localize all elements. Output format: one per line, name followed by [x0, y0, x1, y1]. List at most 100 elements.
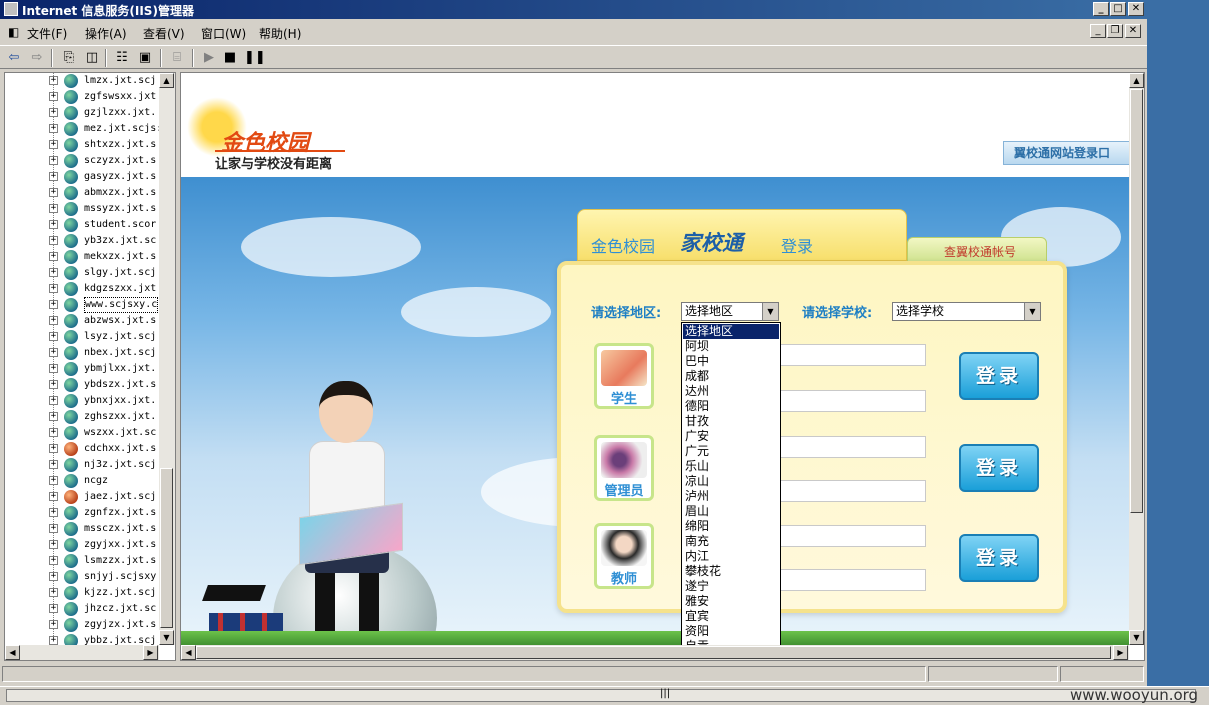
computer-icon[interactable]: ⌸	[168, 49, 186, 67]
school-select[interactable]: 选择学校 ▼	[892, 302, 1041, 321]
tree-item-site[interactable]: + mez.jxt.scjs:	[5, 121, 165, 137]
region-option[interactable]: 巴中	[683, 354, 779, 369]
expand-icon[interactable]: +	[49, 172, 58, 181]
region-option[interactable]: 绵阳	[683, 519, 779, 534]
expand-icon[interactable]: +	[49, 524, 58, 533]
tree-item-site[interactable]: + shtxzx.jxt.s	[5, 137, 165, 153]
expand-icon[interactable]: +	[49, 204, 58, 213]
expand-icon[interactable]: +	[49, 604, 58, 613]
properties-icon[interactable]: ☷	[113, 49, 131, 67]
tree-item-site[interactable]: + gzjlzxx.jxt.	[5, 105, 165, 121]
scroll-left-button[interactable]: ◀	[5, 645, 20, 660]
region-option[interactable]: 南充	[683, 534, 779, 549]
teacher-username-input[interactable]	[776, 525, 926, 547]
minimize-button[interactable]: _	[1093, 2, 1109, 16]
content-vertical-scrollbar[interactable]: ▲ ▼	[1129, 73, 1144, 645]
expand-icon[interactable]: +	[49, 572, 58, 581]
region-option[interactable]: 泸州	[683, 489, 779, 504]
tree-item-site[interactable]: + abmxzx.jxt.s	[5, 185, 165, 201]
student-password-input[interactable]	[776, 390, 926, 412]
menu-file[interactable]: 文件(F)	[27, 25, 67, 42]
tree-item-site[interactable]: + zghszxx.jxt.	[5, 409, 165, 425]
expand-icon[interactable]: +	[49, 476, 58, 485]
scroll-left-button[interactable]: ◀	[181, 645, 196, 660]
region-option[interactable]: 乐山	[683, 459, 779, 474]
scroll-up-button[interactable]: ▲	[1129, 73, 1144, 88]
chevron-down-icon[interactable]: ▼	[762, 303, 778, 320]
tree-item-site[interactable]: + nj3z.jxt.scj	[5, 457, 165, 473]
expand-icon[interactable]: +	[49, 284, 58, 293]
expand-icon[interactable]: +	[49, 220, 58, 229]
expand-icon[interactable]: +	[49, 316, 58, 325]
region-option[interactable]: 达州	[683, 384, 779, 399]
tree-item-site[interactable]: + zgyjzx.jxt.s	[5, 617, 165, 633]
scroll-down-button[interactable]: ▼	[159, 630, 174, 645]
expand-icon[interactable]: +	[49, 460, 58, 469]
scroll-track[interactable]	[6, 689, 1196, 702]
scroll-right-button[interactable]: ▶	[1113, 645, 1128, 660]
tree-item-site[interactable]: + kjzz.jxt.scj	[5, 585, 165, 601]
region-option[interactable]: 选择地区	[683, 324, 779, 339]
student-username-input[interactable]	[776, 344, 926, 366]
tree-item-site[interactable]: + lmzx.jxt.scj	[5, 73, 165, 89]
region-option[interactable]: 雅安	[683, 594, 779, 609]
tree-item-site[interactable]: + jaez.jxt.scj	[5, 489, 165, 505]
menu-view[interactable]: 查看(V)	[143, 25, 185, 42]
tree-item-site[interactable]: + lsyz.jxt.scj	[5, 329, 165, 345]
tree-item-site[interactable]: + cdchxx.jxt.s	[5, 441, 165, 457]
expand-icon[interactable]: +	[49, 108, 58, 117]
tree-item-site[interactable]: + wszxx.jxt.sc	[5, 425, 165, 441]
region-option[interactable]: 广安	[683, 429, 779, 444]
forward-icon[interactable]: ⇨	[28, 49, 46, 67]
tree-item-site[interactable]: + snjyj.scjsxy	[5, 569, 165, 585]
tree-item-site[interactable]: + yb3zx.jxt.sc	[5, 233, 165, 249]
expand-icon[interactable]: +	[49, 396, 58, 405]
tree-item-site[interactable]: + ybmjlxx.jxt.	[5, 361, 165, 377]
region-option[interactable]: 攀枝花	[683, 564, 779, 579]
tree-item-site[interactable]: + nbex.jxt.scj	[5, 345, 165, 361]
chevron-down-icon[interactable]: ▼	[1024, 303, 1040, 320]
tree-horizontal-scrollbar[interactable]: ◀ ▶	[5, 645, 159, 660]
student-login-button[interactable]: 登录	[959, 352, 1039, 400]
tree-item-site[interactable]: + student.scor	[5, 217, 165, 233]
menu-action[interactable]: 操作(A)	[85, 25, 127, 42]
region-option[interactable]: 成都	[683, 369, 779, 384]
export-icon[interactable]: ▣	[136, 49, 154, 67]
expand-icon[interactable]: +	[49, 300, 58, 309]
stop-icon[interactable]: ■	[221, 49, 239, 67]
expand-icon[interactable]: +	[49, 492, 58, 501]
mdi-restore-button[interactable]: ❐	[1107, 24, 1123, 38]
expand-icon[interactable]: +	[49, 76, 58, 85]
scroll-down-button[interactable]: ▼	[1129, 630, 1144, 645]
tree-item-site[interactable]: + jhzcz.jxt.sc	[5, 601, 165, 617]
teacher-role-card[interactable]: 教师	[594, 523, 654, 589]
menu-window[interactable]: 窗口(W)	[201, 25, 246, 42]
expand-icon[interactable]: +	[49, 540, 58, 549]
content-horizontal-scrollbar[interactable]: ◀ ▶	[181, 645, 1129, 660]
menu-help[interactable]: 帮助(H)	[259, 25, 301, 42]
tree-item-site[interactable]: + kdgzszxx.jxt	[5, 281, 165, 297]
region-option[interactable]: 宜宾	[683, 609, 779, 624]
admin-password-input[interactable]	[776, 480, 926, 502]
tree-item-site[interactable]: + ncgz	[5, 473, 165, 489]
teacher-password-input[interactable]	[776, 569, 926, 591]
expand-icon[interactable]: +	[49, 380, 58, 389]
expand-icon[interactable]: +	[49, 252, 58, 261]
region-select[interactable]: 选择地区 ▼	[681, 302, 779, 321]
expand-icon[interactable]: +	[49, 236, 58, 245]
region-option[interactable]: 内江	[683, 549, 779, 564]
tree-item-site[interactable]: + mssczx.jxt.s	[5, 521, 165, 537]
tree-item-site[interactable]: + mssyzx.jxt.s	[5, 201, 165, 217]
tree-item-site[interactable]: + sczyzx.jxt.s	[5, 153, 165, 169]
tree-item-site[interactable]: + slgy.jxt.scj	[5, 265, 165, 281]
tree-item-site[interactable]: + zgnfzx.jxt.s	[5, 505, 165, 521]
play-icon[interactable]: ▶	[200, 49, 218, 67]
tree-item-site[interactable]: + www.scjsxy.c	[5, 297, 165, 313]
scroll-right-button[interactable]: ▶	[143, 645, 158, 660]
admin-login-button[interactable]: 登录	[959, 444, 1039, 492]
expand-icon[interactable]: +	[49, 428, 58, 437]
region-option[interactable]: 甘孜	[683, 414, 779, 429]
bottom-scrollbar[interactable]: |||	[0, 686, 1209, 705]
expand-icon[interactable]: +	[49, 508, 58, 517]
scroll-thumb[interactable]	[196, 646, 1111, 659]
